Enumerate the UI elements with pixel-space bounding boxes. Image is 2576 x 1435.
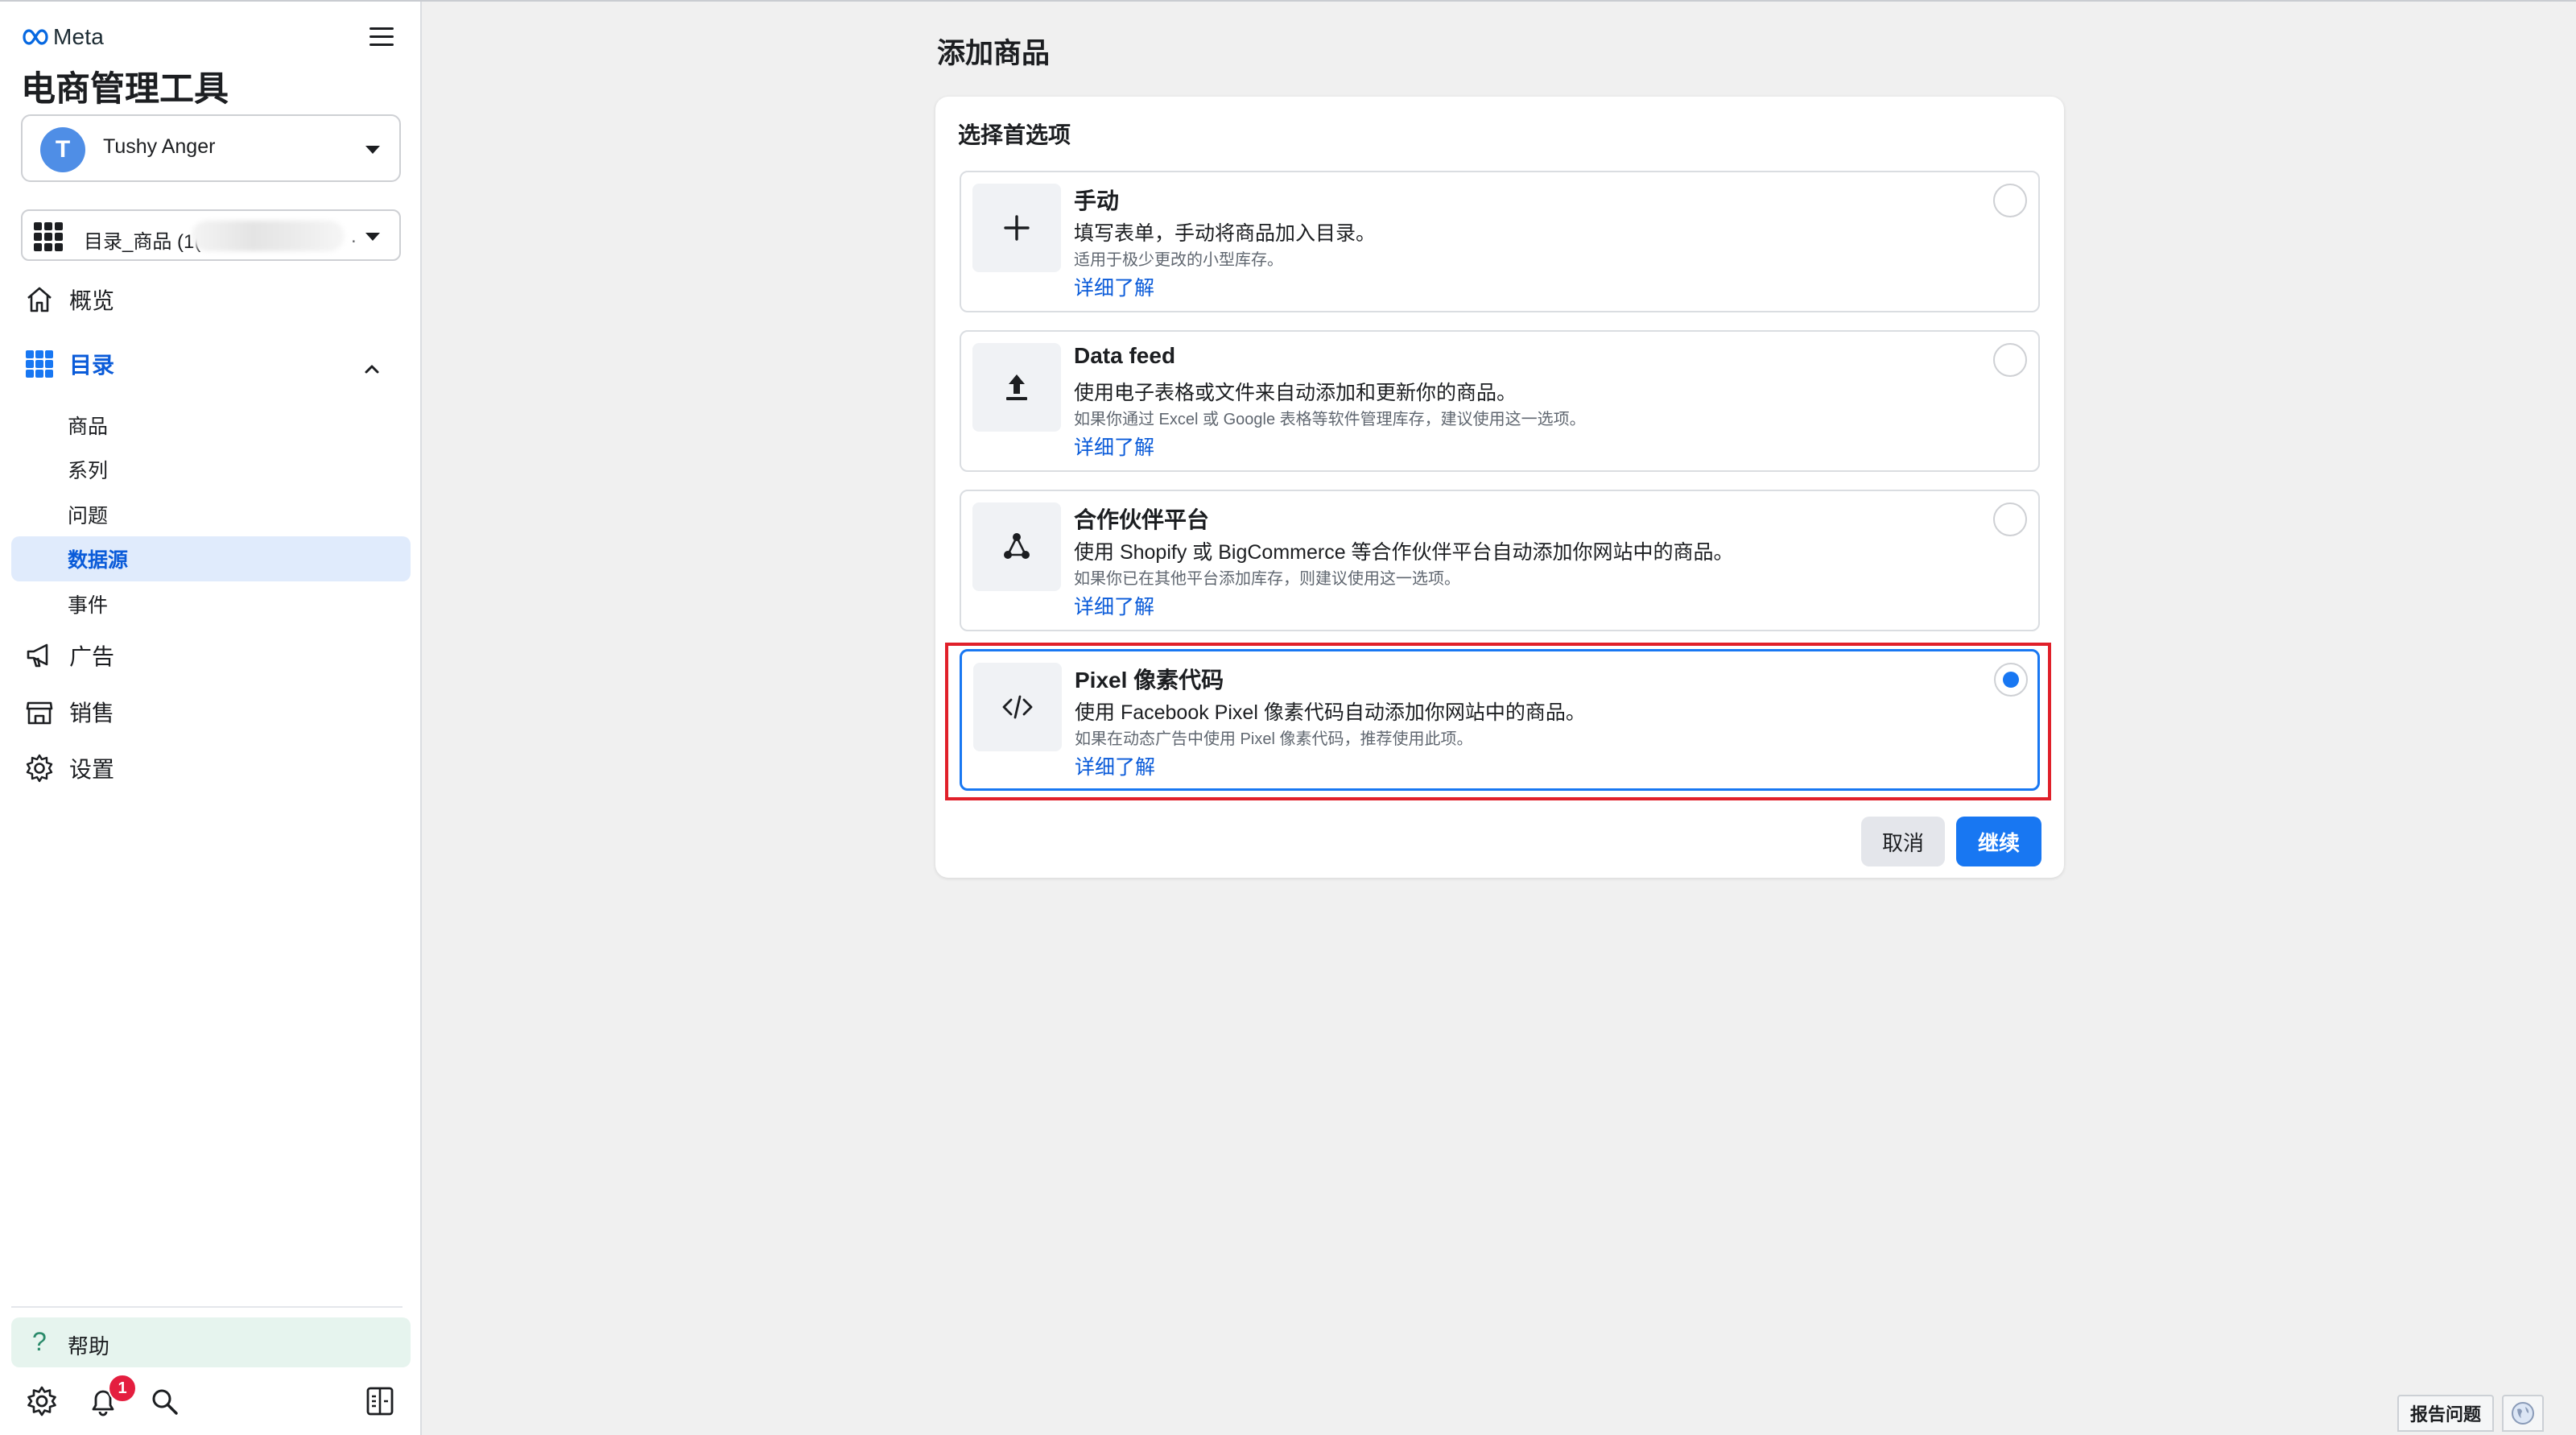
option-note: 适用于极少更改的小型库存。	[1074, 251, 1283, 269]
learn-more-link[interactable]: 详细了解	[1074, 432, 1154, 461]
grid-icon	[34, 222, 63, 251]
sub-item-issues[interactable]: 问题	[68, 495, 108, 534]
home-icon	[27, 287, 52, 312]
sub-item-sets[interactable]: 系列	[68, 450, 108, 489]
notification-badge: 1	[108, 1374, 137, 1403]
catalog-grid-icon	[26, 350, 53, 378]
continue-button[interactable]: 继续	[1956, 817, 2041, 866]
meta-logo[interactable]: Meta	[21, 23, 104, 52]
radio-button[interactable]	[1993, 343, 2027, 377]
caret-down-icon	[365, 233, 380, 241]
avatar: T	[40, 127, 85, 172]
option-partner-platform[interactable]: 合作伙伴平台 使用 Shopify 或 BigCommerce 等合作伙伴平台自…	[960, 490, 2040, 631]
nav-sales[interactable]: 销售	[24, 689, 114, 734]
option-title: Data feed	[1074, 343, 1176, 368]
store-icon	[26, 701, 53, 725]
radio-button[interactable]	[1993, 502, 2027, 536]
option-title: 手动	[1074, 188, 1120, 213]
annotation-highlight	[945, 643, 2051, 800]
page-title: 添加商品	[937, 38, 1051, 69]
nav-ads[interactable]: 广告	[24, 633, 114, 678]
nav-settings[interactable]: 设置	[24, 746, 114, 791]
sub-item-data-sources[interactable]: 数据源	[68, 540, 128, 578]
option-note: 如果你通过 Excel 或 Google 表格等软件管理库存，建议使用这一选项。	[1074, 411, 1586, 428]
network-icon	[972, 502, 1061, 591]
globe-icon[interactable]	[2502, 1395, 2544, 1432]
upload-icon	[972, 343, 1061, 432]
account-selector[interactable]: T Tushy Anger	[21, 114, 401, 182]
caret-down-icon	[365, 146, 380, 154]
report-problem-button[interactable]: 报告问题	[2397, 1395, 2494, 1432]
nav-sales-label: 销售	[69, 701, 115, 726]
catalog-name: 目录_商品 (1(	[84, 231, 201, 253]
redacted-text	[192, 221, 345, 251]
cancel-button[interactable]: 取消	[1861, 817, 1945, 866]
learn-more-link[interactable]: 详细了解	[1074, 591, 1154, 620]
option-data-feed[interactable]: Data feed 使用电子表格或文件来自动添加和更新你的商品。 如果你通过 E…	[960, 330, 2040, 472]
megaphone-icon	[27, 643, 48, 668]
nav-overview-label: 概览	[69, 288, 115, 313]
sidebar-divider	[11, 1306, 402, 1308]
learn-more-link[interactable]: 详细了解	[1074, 272, 1154, 301]
gear-icon	[26, 754, 53, 783]
plus-icon	[972, 184, 1061, 272]
nav-catalog-label: 目录	[69, 353, 115, 378]
chevron-up-icon[interactable]	[362, 359, 382, 378]
app-title: 电商管理工具	[21, 70, 229, 109]
option-note: 如果你已在其他平台添加库存，则建议使用这一选项。	[1074, 570, 1460, 588]
sidebar: Meta 电商管理工具 T Tushy Anger 目录_商品 (1( . 概览	[0, 2, 422, 1435]
help-label: 帮助	[68, 1334, 110, 1358]
sub-item-events[interactable]: 事件	[68, 585, 108, 623]
option-description: 使用 Shopify 或 BigCommerce 等合作伙伴平台自动添加你网站中…	[1074, 541, 1734, 564]
option-description: 填写表单，手动将商品加入目录。	[1074, 222, 1377, 245]
catalog-selector[interactable]: 目录_商品 (1( .	[21, 209, 401, 261]
meta-infinity-icon	[23, 29, 48, 45]
nav-ads-label: 广告	[69, 644, 115, 669]
menu-icon[interactable]	[367, 23, 396, 52]
sub-item-products[interactable]: 商品	[68, 406, 108, 445]
option-manual[interactable]: 手动 填写表单，手动将商品加入目录。 适用于极少更改的小型库存。 详细了解	[960, 171, 2040, 312]
search-icon[interactable]	[148, 1385, 180, 1417]
account-name: Tushy Anger	[103, 135, 216, 158]
nav-settings-label: 设置	[69, 757, 115, 782]
catalog-suffix: .	[351, 225, 357, 247]
option-description: 使用电子表格或文件来自动添加和更新你的商品。	[1074, 382, 1517, 404]
settings-gear-icon[interactable]	[26, 1385, 58, 1417]
help-icon: ?	[32, 1327, 47, 1356]
help-button[interactable]: ? 帮助	[11, 1317, 411, 1367]
card-heading: 选择首选项	[958, 122, 1071, 147]
radio-button[interactable]	[1993, 184, 2027, 217]
meta-logo-text: Meta	[53, 24, 105, 49]
panel-toggle-icon[interactable]	[364, 1385, 396, 1417]
nav-overview[interactable]: 概览	[24, 277, 114, 322]
option-title: 合作伙伴平台	[1074, 507, 1210, 532]
nav-catalog[interactable]: 目录	[24, 341, 114, 387]
